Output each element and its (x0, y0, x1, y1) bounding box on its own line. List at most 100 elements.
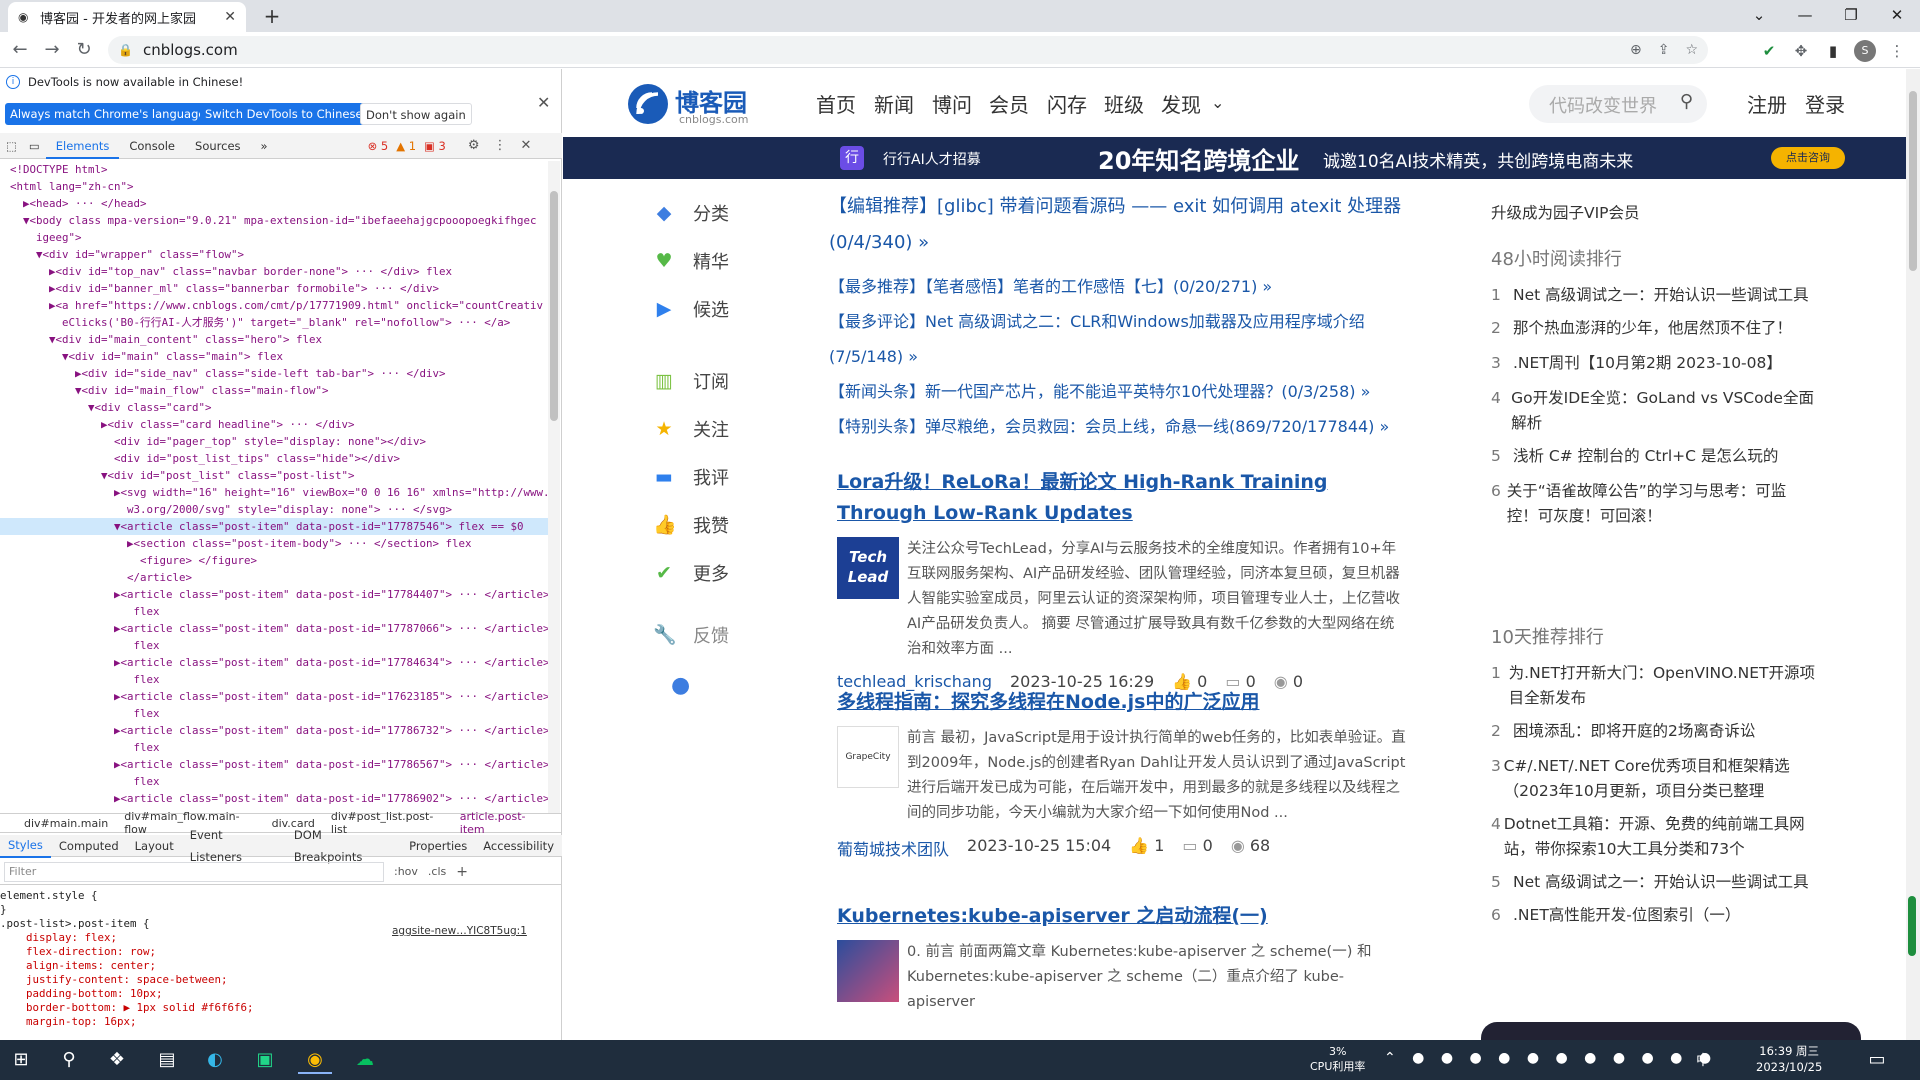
dom-node-line[interactable]: ▶<article class="post-item" data-post-id… (0, 654, 548, 671)
side-nav-item-following[interactable]: ★ 关注 (623, 405, 773, 453)
dom-node-line[interactable]: flex (0, 603, 548, 620)
nav-home[interactable]: 首页 (816, 89, 856, 118)
nav-class[interactable]: 班级 (1104, 89, 1144, 118)
dom-node-line[interactable]: ▶<div id="banner_ml" class="bannerbar fo… (0, 280, 548, 297)
lock-icon[interactable]: 🔒 (118, 43, 133, 57)
scroll-indicator[interactable] (1908, 896, 1916, 956)
dom-node-line[interactable]: flex (0, 671, 548, 688)
tab-search-icon[interactable]: ⌄ (1736, 0, 1782, 32)
banner-cta-button[interactable]: 点击咨询 (1771, 147, 1845, 169)
dom-node-line[interactable]: ▼<div id="post_list" class="post-list"> (0, 467, 548, 484)
rank-item[interactable]: 2 那个热血澎湃的少年，他居然顶不住了！ (1491, 316, 1817, 341)
devtools-kebab-icon[interactable]: ⋮ (494, 138, 507, 153)
switch-chinese-button[interactable]: Switch DevTools to Chinese (200, 103, 368, 125)
extension-check-icon[interactable]: ✔ (1758, 40, 1780, 62)
nav-discover[interactable]: 发现 (1161, 89, 1201, 118)
match-language-button[interactable]: Always match Chrome's language (5, 103, 211, 125)
dom-node-line[interactable]: flex (0, 705, 548, 722)
new-tab-icon[interactable]: + (258, 2, 286, 30)
rank-item[interactable]: 5 Net 高级调试之一：开始认识一些调试工具 (1491, 870, 1817, 895)
infobar-close-icon[interactable]: ✕ (537, 93, 550, 112)
style-rule-line[interactable]: justify-content: space-between; (0, 973, 548, 987)
style-rule-line[interactable]: element.style { (0, 889, 548, 903)
subtab-properties[interactable]: Properties (401, 835, 475, 857)
clock[interactable]: 16:39 周三 2023/10/25 (1756, 1043, 1822, 1075)
side-nav-item-category[interactable]: ◆ 分类 (623, 189, 773, 237)
dom-node-line[interactable]: ▶<head> ··· </head> (0, 195, 548, 212)
share-icon[interactable]: ⇪ (1658, 42, 1670, 58)
search-icon[interactable]: ⚲ (1680, 91, 1693, 112)
headline-news[interactable]: 【新闻头条】新一代国产芯片，能不能追平英特尔10代处理器？(0/3/258) » (829, 374, 1419, 409)
post-like-button[interactable]: 👍 1 (1129, 836, 1164, 860)
dom-node-line[interactable]: <figure> </figure> (0, 552, 548, 569)
nav-news[interactable]: 新闻 (874, 89, 914, 118)
rank-item[interactable]: 4 Go开发IDE全览：GoLand vs VSCode全面解析 (1491, 386, 1817, 436)
chrome-app-icon[interactable]: ◉ (298, 1046, 332, 1074)
rank-item[interactable]: 5 浅析 C# 控制台的 Ctrl+C 是怎么玩的 (1491, 444, 1817, 469)
site-search-input[interactable]: 代码改变世界 ⚲ (1529, 85, 1707, 123)
subtab-computed[interactable]: Computed (51, 835, 127, 857)
address-bar[interactable]: 🔒 cnblogs.com ⊕ ⇪ ☆ (108, 36, 1708, 64)
author-avatar[interactable]: GrapeCity (837, 726, 899, 788)
page-scrollbar[interactable] (1906, 69, 1920, 1040)
side-nav-item-my-comments[interactable]: ▬ 我评 (623, 453, 773, 501)
side-nav-item-subscription[interactable]: ▥ 订阅 (623, 357, 773, 405)
ad-banner[interactable]: 行 行行AI人才招募 20年知名跨境企业 诚邀10名AI技术精英，共创跨境电商未… (563, 137, 1906, 179)
floating-footer-bar[interactable] (1481, 1022, 1861, 1040)
side-nav-item-my-likes[interactable]: 👍 我赞 (623, 501, 773, 549)
nav-ing[interactable]: 闪存 (1047, 89, 1087, 118)
side-panel-icon[interactable]: ▮ (1822, 40, 1844, 62)
task-view-icon[interactable]: ❖ (100, 1046, 134, 1074)
dom-node-line[interactable]: ▶<article class="post-item" data-post-id… (0, 688, 548, 705)
style-rule-line[interactable]: margin-top: 16px; (0, 1015, 548, 1029)
tab-elements[interactable]: Elements (45, 133, 120, 159)
window-close-icon[interactable]: ✕ (1874, 0, 1920, 32)
style-rule-line[interactable]: padding-bottom: 10px; (0, 987, 548, 1001)
style-source-link[interactable]: aggsite-new…YIC8T5ug:1 (392, 925, 527, 937)
inspect-element-icon[interactable]: ⬚ (0, 133, 23, 159)
dom-node-line[interactable]: ▼<div class="card"> (0, 399, 548, 416)
style-rule-line[interactable]: border-bottom: ▶ 1px solid #f6f6f6; (0, 1001, 548, 1015)
rank-item[interactable]: 1 为.NET打开新大门：OpenVINO.NET开源项目全新发布 (1491, 661, 1817, 711)
side-nav-item-picked[interactable]: ♥ 精华 (623, 237, 773, 285)
more-tabs-icon[interactable]: » (251, 133, 278, 159)
dom-node-line[interactable]: flex (0, 773, 548, 790)
rank-item[interactable]: 3 C#/.NET/.NET Core优秀项目和框架精选（2023年10月更新，项… (1491, 754, 1817, 804)
extensions-puzzle-icon[interactable]: ✥ (1790, 40, 1812, 62)
dom-node-line[interactable]: <div id="post_list_tips" class="hide"></… (0, 450, 548, 467)
forward-icon[interactable]: → (38, 36, 66, 64)
rank-item[interactable]: 1 Net 高级调试之一：开始认识一些调试工具 (1491, 283, 1817, 308)
dom-node-line[interactable]: ▶<svg width="16" height="16" viewBox="0 … (0, 484, 548, 501)
breadcrumb-item[interactable]: div#main.main (24, 817, 108, 830)
dom-node-line[interactable]: <!DOCTYPE html> (0, 161, 548, 178)
cls-toggle[interactable]: .cls (428, 865, 446, 878)
wechat-app-icon[interactable]: ☁ (348, 1046, 382, 1074)
tab-sources[interactable]: Sources (185, 133, 251, 159)
headline-most-recommended[interactable]: 【最多推荐】【笔者感悟】笔者的工作感悟【七】(0/20/271) » (829, 269, 1419, 304)
dom-node-line[interactable]: ▼<div id="main" class="main"> flex (0, 348, 548, 365)
url-text[interactable]: cnblogs.com (143, 41, 1614, 59)
reload-icon[interactable]: ↻ (70, 36, 98, 64)
device-toolbar-icon[interactable]: ▭ (23, 133, 46, 159)
nav-vip[interactable]: 会员 (989, 89, 1029, 118)
rank-item[interactable]: 4 Dotnet工具箱：开源、免费的纯前端工具网站，带你探索10大工具分类和73个 (1491, 812, 1817, 862)
nav-qa[interactable]: 博问 (932, 89, 972, 118)
dom-node-line[interactable]: ▶<article class="post-item" data-post-id… (0, 586, 548, 603)
menu-kebab-icon[interactable]: ⋮ (1886, 40, 1908, 62)
dom-node-line[interactable]: ▶<article class="post-item" data-post-id… (0, 790, 548, 807)
restore-icon[interactable]: ❐ (1828, 0, 1874, 32)
dom-tree[interactable]: <!DOCTYPE html> <html lang="zh-cn"> ▶<hea… (0, 161, 548, 813)
error-count[interactable]: ⊗ 5 (368, 139, 389, 153)
dom-node-line[interactable]: eClicks('B0-行行AI-人才服务')" target="_blank"… (0, 314, 548, 331)
rank-item[interactable]: 6 .NET高性能开发-位图索引（一） (1491, 903, 1817, 928)
styles-filter-input[interactable]: Filter (4, 861, 384, 882)
chevron-down-icon[interactable]: ⌄ (1211, 93, 1224, 112)
side-nav-item-candidate[interactable]: ▶ 候选 (623, 285, 773, 333)
post-comment-button[interactable]: ▭ 0 (1182, 836, 1212, 860)
dom-tree-scrollbar[interactable] (548, 161, 560, 813)
dom-node-line[interactable]: ▶<section class="post-item-body"> ··· </… (0, 535, 548, 552)
dom-node-line[interactable]: <html lang="zh-cn"> (0, 178, 548, 195)
dont-show-again-button[interactable]: Don't show again (360, 103, 472, 125)
headline-editor-pick[interactable]: 【编辑推荐】[glibc] 带着问题看源码 —— exit 如何调用 atexi… (829, 189, 1419, 261)
dom-node-line[interactable]: ▼<article class="post-item" data-post-id… (0, 518, 548, 535)
